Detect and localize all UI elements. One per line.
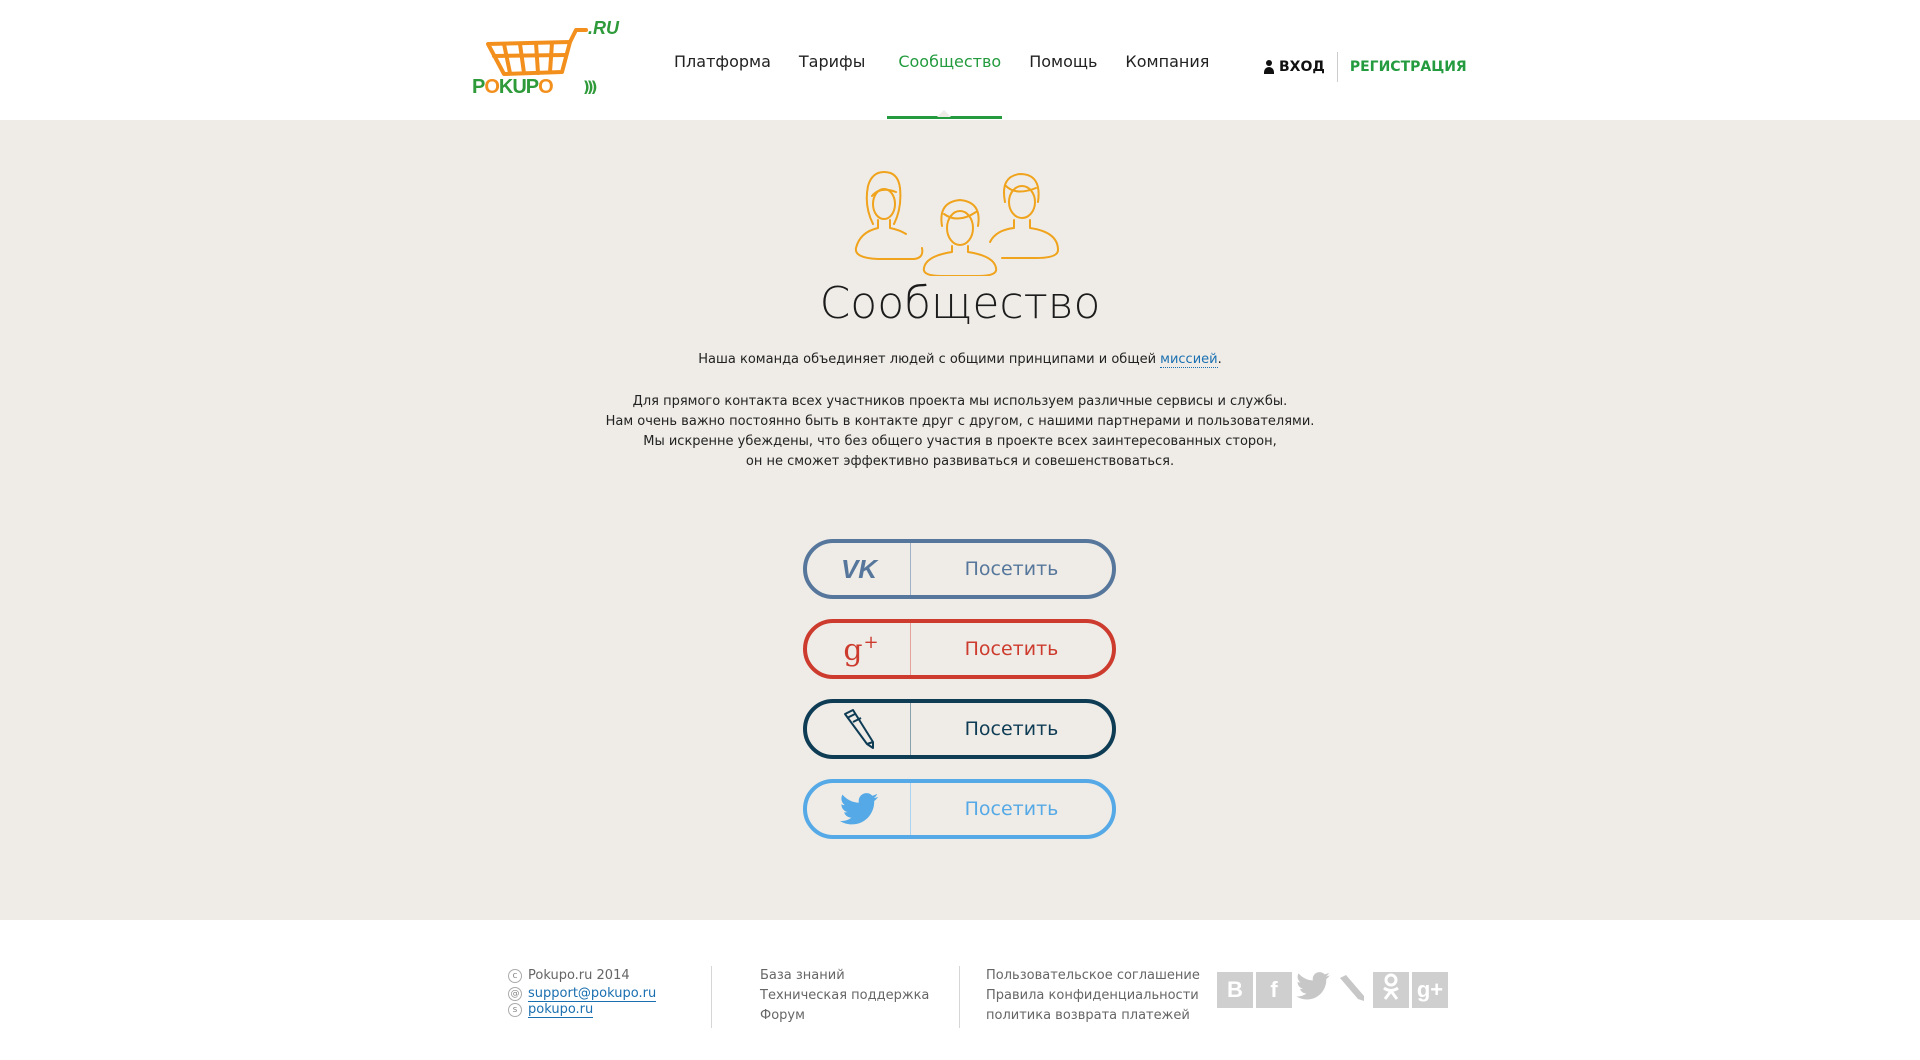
register-link[interactable]: РЕГИСТРАЦИЯ: [1350, 59, 1467, 75]
nav-item-platform[interactable]: Платформа: [674, 52, 771, 71]
user-icon: [1264, 60, 1274, 74]
vk-icon[interactable]: B: [1217, 972, 1253, 1008]
livejournal-visit-label: Посетить: [964, 718, 1059, 740]
vk-icon: VK: [840, 556, 878, 582]
logo-wordmark: POKUPO: [472, 76, 554, 98]
twitter-icon-cell: [807, 783, 911, 835]
footer-forum-link[interactable]: Форум: [760, 1006, 929, 1026]
twitter-visit-label: Посетить: [964, 798, 1059, 820]
svg-text:g: g: [843, 633, 862, 667]
auth-divider: [1336, 52, 1338, 82]
twitter-visit-button[interactable]: Посетить: [803, 779, 1116, 839]
description-line: Для прямого контакта всех участников про…: [632, 394, 1288, 409]
login-label: ВХОД: [1279, 59, 1325, 75]
livejournal-icon: [843, 709, 874, 749]
vk-visit-label: Посетить: [964, 558, 1059, 580]
svg-text:+: +: [863, 632, 878, 653]
vk-icon-cell: VK: [807, 543, 911, 595]
livejournal-icon[interactable]: [1334, 972, 1370, 1008]
mission-link[interactable]: миссией: [1160, 352, 1218, 368]
logo-waves: ))): [583, 78, 597, 96]
footer-support-link[interactable]: Техническая поддержка: [760, 986, 929, 1006]
description-line: он не сможет эффективно развиваться и со…: [745, 454, 1175, 469]
logo-ru-text: .RU: [588, 18, 619, 38]
footer-contacts: c Pokupo.ru 2014 @ support@pokupo.ru s poku…: [508, 966, 657, 1018]
skype-icon: s: [508, 1003, 522, 1017]
footer-refund-policy-link[interactable]: политика возврата платежей: [986, 1006, 1200, 1026]
nav-item-tariffs[interactable]: Тарифы: [799, 52, 865, 71]
at-icon: @: [508, 987, 522, 1001]
logo[interactable]: .RU POKUPO ))): [470, 18, 620, 104]
google-plus-icon-cell: g +: [807, 623, 911, 675]
footer-social-icons: B f g+: [1217, 972, 1451, 1008]
footer-help-links: База знаний Техническая поддержка Форум: [760, 966, 929, 1026]
nav-active-caret: [937, 110, 951, 117]
footer-skype-link[interactable]: pokupo.ru: [528, 1002, 594, 1018]
footer-copyright: Pokupo.ru 2014: [528, 968, 630, 983]
footer-divider: [959, 966, 960, 1028]
svg-text:VK: VK: [840, 556, 878, 582]
page-title: Сообщество: [819, 278, 1101, 329]
twitter-icon[interactable]: [1295, 972, 1331, 1008]
nav-item-community[interactable]: Сообщество: [898, 52, 1001, 71]
google-plus-visit-label: Посетить: [964, 638, 1059, 660]
main-nav: Платформа Тарифы Сообщество Помощь Компа…: [674, 52, 1237, 71]
livejournal-visit-button[interactable]: Посетить: [803, 699, 1116, 759]
footer-divider: [711, 966, 712, 1028]
footer-legal-links: Пользовательское соглашение Правила конф…: [986, 966, 1200, 1026]
copyright-icon: c: [508, 969, 522, 983]
odnoklassniki-icon[interactable]: [1373, 972, 1409, 1008]
footer-privacy-link[interactable]: Правила конфиденциальности: [986, 986, 1200, 1006]
google-plus-visit-button[interactable]: g + Посетить: [803, 619, 1116, 679]
intro-text: Наша команда объединяет людей с общими п…: [698, 352, 1222, 368]
google-plus-icon: g +: [843, 632, 878, 667]
footer-user-agreement-link[interactable]: Пользовательское соглашение: [986, 966, 1200, 986]
footer-email-link[interactable]: support@pokupo.ru: [528, 986, 657, 1002]
description-line: Мы искренне убеждены, что без общего уча…: [643, 434, 1277, 449]
livejournal-icon-cell: [807, 703, 911, 755]
description: Для прямого контакта всех участников про…: [0, 392, 1920, 472]
header: .RU POKUPO ))) Платформа Тарифы Сообщест…: [0, 0, 1920, 120]
description-line: Нам очень важно постоянно быть в контакт…: [605, 414, 1315, 429]
vk-visit-button[interactable]: VK Посетить: [803, 539, 1116, 599]
auth-links: ВХОД РЕГИСТРАЦИЯ: [1264, 52, 1467, 82]
google-plus-icon[interactable]: g+: [1412, 972, 1448, 1008]
footer-knowledge-base-link[interactable]: База знаний: [760, 966, 929, 986]
footer: c Pokupo.ru 2014 @ support@pokupo.ru s poku…: [0, 920, 1920, 1060]
community-people-icon: [854, 171, 1059, 276]
facebook-icon[interactable]: f: [1256, 972, 1292, 1008]
login-link[interactable]: ВХОД: [1264, 59, 1325, 75]
nav-item-company[interactable]: Компания: [1125, 52, 1209, 71]
twitter-icon: [839, 793, 878, 825]
nav-item-help[interactable]: Помощь: [1029, 52, 1097, 71]
